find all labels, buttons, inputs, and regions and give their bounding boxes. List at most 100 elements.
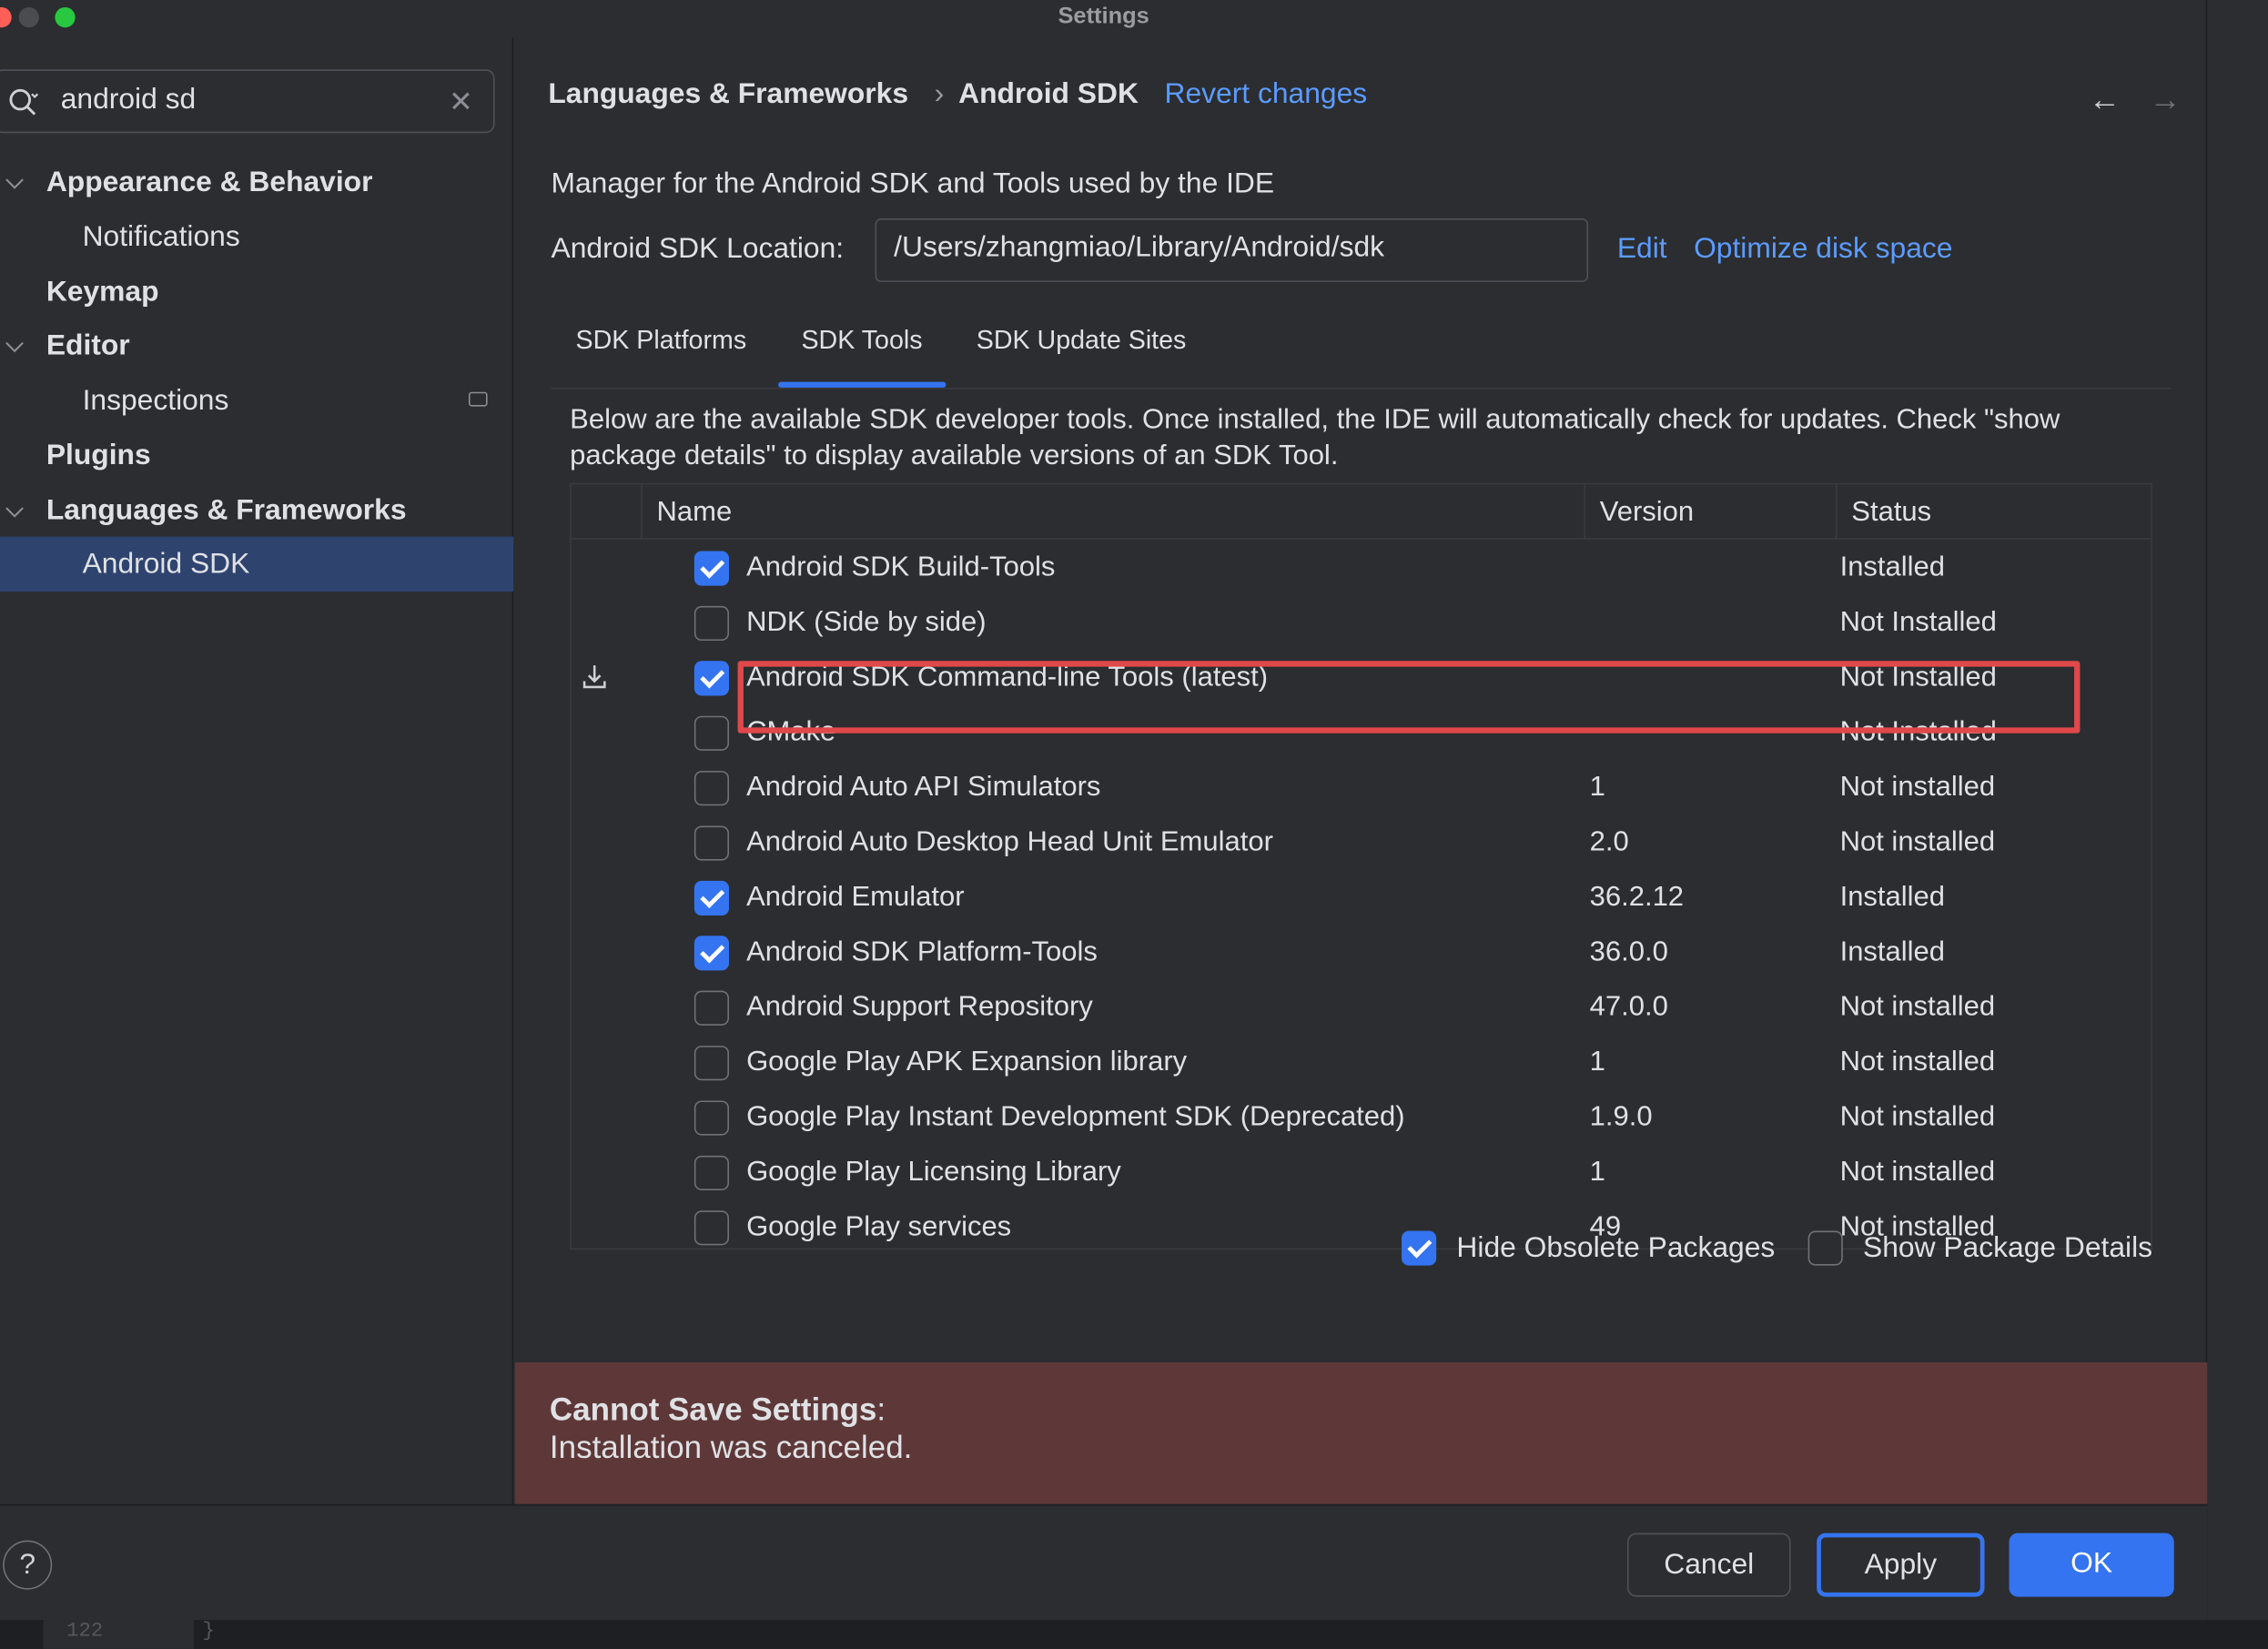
table-row[interactable]: NDK (Side by side) Not Installed xyxy=(572,594,2152,649)
chevron-down-icon[interactable]: ⌵ xyxy=(5,483,28,538)
sidebar-item-appearance-behavior[interactable]: ⌵ Appearance & Behavior xyxy=(0,155,513,209)
row-checkbox[interactable] xyxy=(694,605,730,642)
tab-sdk-platforms[interactable]: SDK Platforms xyxy=(576,326,747,356)
close-icon[interactable]: ✕ xyxy=(449,84,473,120)
table-row[interactable]: Android Support Repository 47.0.0 Not inst… xyxy=(572,979,2152,1034)
row-name: Android Auto API Simulators xyxy=(746,771,1101,804)
row-version: 36.2.12 xyxy=(1589,880,1685,913)
row-status: Not installed xyxy=(1839,771,1996,804)
code-text: } xyxy=(202,1620,215,1644)
search-field[interactable]: android sd ✕ xyxy=(0,69,495,134)
row-checkbox[interactable] xyxy=(694,715,730,751)
table-row[interactable]: Android SDK Platform-Tools 36.0.0 Installe… xyxy=(572,925,2152,979)
error-message: Installation was canceled. xyxy=(549,1429,913,1465)
line-number: 122 xyxy=(66,1620,104,1644)
column-header-status[interactable]: Status xyxy=(1835,484,2154,540)
table-row[interactable]: Google Play Licensing Library 1 Not instal… xyxy=(572,1144,2152,1199)
row-version: 1.9.0 xyxy=(1589,1100,1653,1133)
table-row[interactable]: Android Auto API Simulators 1 Not installe… xyxy=(572,759,2152,814)
sidebar-item-android-sdk[interactable]: Android SDK xyxy=(0,536,514,592)
sdk-location-label: Android SDK Location: xyxy=(551,232,845,265)
row-checkbox[interactable] xyxy=(694,1155,730,1190)
sdk-location-field[interactable]: /Users/zhangmiao/Library/Android/sdk xyxy=(875,218,1589,282)
table-row[interactable]: Google Play APK Expansion library 1 Not in… xyxy=(572,1034,2152,1088)
row-checkbox[interactable] xyxy=(694,771,730,806)
row-checkbox[interactable] xyxy=(694,990,730,1026)
apply-button[interactable]: Apply xyxy=(1817,1533,1985,1597)
table-row[interactable]: Android SDK Build-Tools Installed xyxy=(572,540,2152,594)
row-name: Android Emulator xyxy=(746,880,965,913)
row-status: Not installed xyxy=(1839,990,1996,1023)
column-header-name[interactable]: Name xyxy=(641,484,1584,540)
error-title: Cannot Save Settings xyxy=(549,1391,877,1428)
breadcrumb-parent[interactable]: Languages & Frameworks xyxy=(548,78,908,110)
window-title: Settings xyxy=(1058,4,1149,29)
sidebar-item-plugins[interactable]: Plugins xyxy=(0,428,513,482)
cancel-button[interactable]: Cancel xyxy=(1626,1533,1791,1597)
project-scope-icon xyxy=(468,391,488,407)
chevron-down-icon[interactable]: ⌵ xyxy=(5,155,28,209)
sidebar-item-keymap[interactable]: Keymap xyxy=(0,265,513,319)
row-checkbox[interactable] xyxy=(694,1210,730,1246)
optimize-disk-space-link[interactable]: Optimize disk space xyxy=(1694,233,1952,267)
row-status: Not installed xyxy=(1839,1155,1996,1188)
row-version: 1 xyxy=(1589,771,1605,804)
dialog-footer: ? Cancel Apply OK xyxy=(0,1503,2208,1621)
zoom-window-button[interactable] xyxy=(55,6,76,28)
search-input[interactable]: android sd xyxy=(61,84,196,117)
row-version: 2.0 xyxy=(1589,825,1629,858)
row-status: Installed xyxy=(1839,880,1946,913)
error-banner: Cannot Save Settings: Installation was c… xyxy=(514,1362,2208,1504)
breadcrumb-separator: › xyxy=(934,77,945,110)
hide-obsolete-checkbox-box[interactable] xyxy=(1402,1230,1437,1266)
row-checkbox[interactable] xyxy=(694,825,730,861)
row-name: Android Auto Desktop Head Unit Emulator xyxy=(746,825,1273,858)
help-button[interactable]: ? xyxy=(3,1540,53,1590)
minimize-window-button[interactable] xyxy=(18,6,39,28)
breadcrumb-current: Android SDK xyxy=(958,77,1139,110)
row-status: Not installed xyxy=(1839,1046,1996,1078)
back-arrow-icon[interactable]: ← xyxy=(2089,81,2121,117)
sidebar-item-languages-frameworks[interactable]: ⌵ Languages & Frameworks xyxy=(0,483,513,538)
tab-sdk-update-sites[interactable]: SDK Update Sites xyxy=(977,326,1187,356)
sidebar-item-editor[interactable]: ⌵ Editor xyxy=(0,319,513,373)
column-header-version[interactable]: Version xyxy=(1584,484,1836,540)
row-status: Not installed xyxy=(1839,825,1996,858)
chevron-down-icon[interactable]: ⌵ xyxy=(5,319,28,373)
revert-changes-link[interactable]: Revert changes xyxy=(1165,78,1368,110)
sidebar-item-inspections[interactable]: Inspections xyxy=(0,373,513,428)
table-row[interactable]: Android Emulator 36.2.12 Installed xyxy=(572,869,2152,924)
sdk-tabs: SDK Platforms SDK Tools SDK Update Sites xyxy=(551,305,2172,389)
search-icon xyxy=(9,88,39,116)
navigation-arrows: ← → xyxy=(2089,81,2182,118)
breadcrumb: Languages & Frameworks › Android SDK Revert… xyxy=(548,78,1379,112)
row-status: Installed xyxy=(1839,551,1946,583)
ok-button[interactable]: OK xyxy=(2009,1533,2174,1597)
row-checkbox[interactable] xyxy=(694,1100,730,1136)
show-details-checkbox-box[interactable] xyxy=(1807,1230,1843,1266)
table-header: Name Version Status xyxy=(571,484,2154,540)
download-icon xyxy=(582,665,606,689)
edit-location-link[interactable]: Edit xyxy=(1617,233,1667,267)
close-window-button[interactable] xyxy=(0,6,12,28)
settings-window: Settings android sd ✕ ⌵ Appearance & Beh… xyxy=(0,0,2208,1621)
row-status: Installed xyxy=(1839,936,1946,968)
forward-arrow-icon[interactable]: → xyxy=(2150,81,2182,117)
row-checkbox[interactable] xyxy=(694,1046,730,1081)
row-checkbox[interactable] xyxy=(694,661,730,696)
row-status: Not installed xyxy=(1839,1100,1996,1133)
row-checkbox[interactable] xyxy=(694,551,730,586)
table-row[interactable]: Google Play Instant Development SDK (Dep… xyxy=(572,1089,2152,1144)
row-checkbox[interactable] xyxy=(694,936,730,971)
row-name: Google Play Instant Development SDK (Dep… xyxy=(746,1100,1405,1133)
row-version: 36.0.0 xyxy=(1589,936,1668,968)
row-checkbox[interactable] xyxy=(694,880,730,916)
tab-sdk-tools[interactable]: SDK Tools xyxy=(778,326,946,388)
background-editor-peek: 122 } xyxy=(0,1620,2268,1649)
row-name: Google Play services xyxy=(746,1210,1012,1243)
row-name: NDK (Side by side) xyxy=(746,605,987,638)
table-row[interactable]: Android Auto Desktop Head Unit Emulator 2… xyxy=(572,814,2152,869)
row-version: 47.0.0 xyxy=(1589,990,1668,1023)
sidebar-item-notifications[interactable]: Notifications xyxy=(0,209,513,264)
row-name: Google Play Licensing Library xyxy=(746,1155,1121,1188)
